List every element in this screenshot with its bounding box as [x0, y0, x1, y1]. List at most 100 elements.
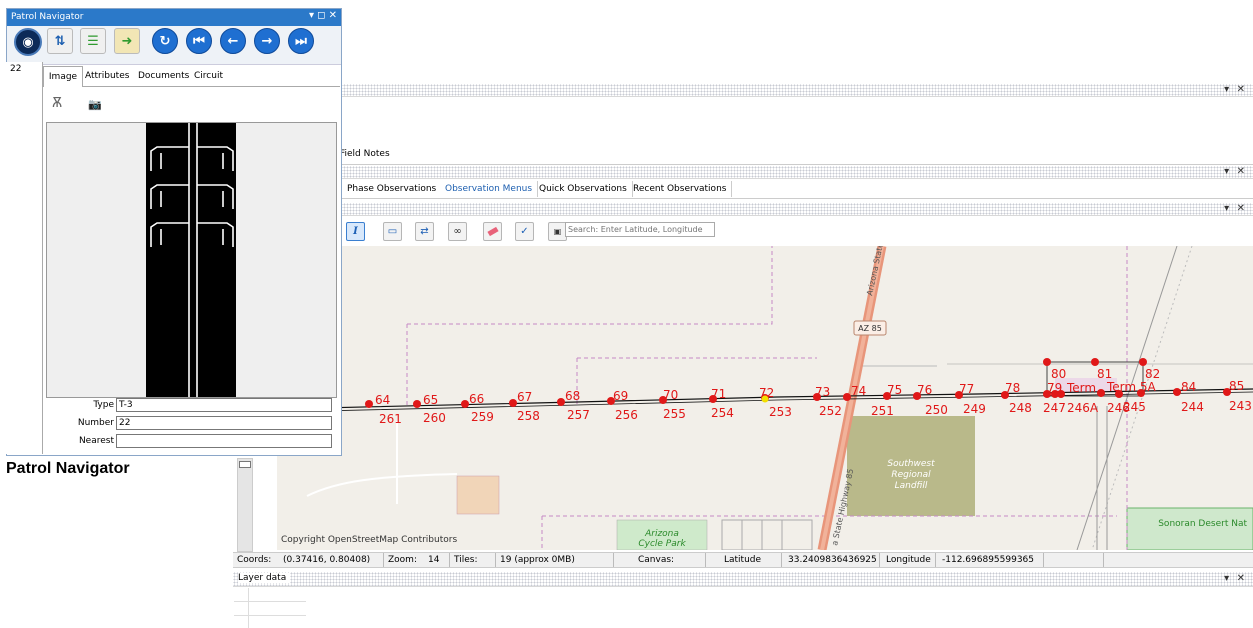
route-marker-point[interactable] [1043, 358, 1051, 366]
route-marker-point[interactable] [557, 398, 565, 406]
next-button[interactable]: → [254, 28, 280, 54]
route-point-label: 255 [663, 407, 686, 421]
canvas-label: Canvas: [613, 553, 674, 567]
map-canvas[interactable]: Southwest Regional Landfill Arizona Cycl… [277, 246, 1253, 550]
measure-tool-button[interactable]: ▭ [383, 222, 402, 241]
route-marker-point[interactable] [1139, 358, 1147, 366]
landfill-label-2: Regional [891, 470, 931, 480]
skip-back-icon: ⏮ [193, 33, 205, 49]
status-blank-1 [1043, 553, 1045, 567]
map-copyright: Copyright OpenStreetMap Contributors [281, 535, 458, 545]
zoom-value: 14 [428, 555, 440, 565]
latitude-value: 33.2409836436925 [781, 553, 877, 567]
ruler-icon: ▭ [387, 226, 398, 237]
route-point-label: 261 [379, 412, 402, 426]
route-point-label: 260 [423, 411, 446, 425]
info-tool-button[interactable]: I [346, 222, 365, 241]
exit-button[interactable]: ➜ [114, 28, 140, 54]
tab-image[interactable]: Image [43, 66, 83, 87]
route-point-label: 252 [819, 404, 842, 418]
park-label-2: Cycle Park [638, 539, 686, 549]
coords-value: (0.37416, 0.80408) [283, 555, 371, 565]
route-point-label: 78 [1005, 381, 1020, 395]
zoom-handle[interactable] [239, 461, 251, 468]
route-point-label: 67 [517, 390, 532, 404]
layer-row [234, 602, 306, 616]
navigator-title: Patrol Navigator [11, 12, 84, 22]
reload-button[interactable]: ↻ [152, 28, 178, 54]
route-marker-point[interactable] [843, 393, 851, 401]
route-marker-point[interactable] [509, 399, 517, 407]
dock-controls[interactable]: ▾ ✕ [1224, 84, 1247, 95]
field-row-nearest: Nearest [46, 433, 335, 450]
erase-tool-button[interactable] [483, 222, 502, 241]
route-point-label: 70 [663, 388, 678, 402]
route-point-label: 74 [851, 384, 866, 398]
top-dock-header: ▾ ✕ [340, 84, 1253, 97]
navigator-id-list[interactable]: 22 [6, 62, 43, 454]
route-point-label: 65 [423, 393, 438, 407]
route-marker-point[interactable] [413, 400, 421, 408]
map-controls[interactable]: ▾ ✕ [1224, 203, 1247, 214]
navigator-title-bar[interactable]: Patrol Navigator ▾ ◻ ✕ [7, 9, 341, 26]
route-point-label: 64 [375, 393, 390, 407]
observations-header: ▾ ✕ [340, 166, 1253, 179]
route-point-label: 73 [815, 385, 830, 399]
tab-phase-observations[interactable]: Phase Observations [342, 181, 443, 197]
route-point-label: 258 [517, 409, 540, 423]
pole-tool-button[interactable]: Ѫ [52, 96, 62, 111]
first-button[interactable]: ⏮ [186, 28, 212, 54]
tab-circuit[interactable]: Circuit [194, 66, 223, 86]
parcel-area [456, 475, 500, 515]
tab-attributes[interactable]: Attributes [85, 66, 129, 86]
layer-tool-button[interactable]: ✓ [515, 222, 534, 241]
refresh-button[interactable]: ⇅ [47, 28, 73, 54]
tab-recent-observations[interactable]: Recent Observations [628, 181, 733, 197]
layer-row [234, 588, 306, 602]
layer-data-label: Layer data [238, 573, 291, 583]
number-value[interactable]: 22 [116, 416, 332, 430]
refresh-icon: ⇅ [54, 33, 66, 49]
tab-quick-observations[interactable]: Quick Observations [534, 181, 633, 197]
tab-documents[interactable]: Documents [138, 66, 189, 86]
building-outlines [721, 519, 813, 550]
sonoran-area [1126, 507, 1253, 550]
camera-tool-button[interactable]: 📷 [88, 98, 102, 111]
landfill-label-3: Landfill [895, 481, 928, 491]
route-point-label: 254 [711, 406, 734, 420]
route-point-label: 257 [567, 408, 590, 422]
route-point-label: Term 5A [1106, 380, 1157, 394]
route-marker-point[interactable] [461, 400, 469, 408]
globe-button[interactable]: ◉ [14, 28, 42, 56]
previous-button[interactable]: ← [220, 28, 246, 54]
route-marker-point[interactable] [1173, 388, 1181, 396]
layer-col [248, 588, 249, 628]
route-point-label: 71 [711, 387, 726, 401]
route-marker-point[interactable] [1091, 358, 1099, 366]
zoom-track[interactable] [237, 458, 253, 552]
route-point-label: 79 [1047, 381, 1062, 395]
nearest-value[interactable] [116, 434, 332, 448]
navigator-window-controls[interactable]: ▾ ◻ ✕ [309, 10, 337, 21]
find-tool-button[interactable]: ∞ [448, 222, 467, 241]
route-point-label: 256 [615, 408, 638, 422]
route-point-label: 68 [565, 389, 580, 403]
route-marker-point[interactable] [1097, 389, 1105, 397]
route-point-label: 248 [1009, 401, 1032, 415]
search-input[interactable] [565, 222, 715, 237]
route-marker-point[interactable] [365, 400, 373, 408]
layer-data-controls[interactable]: ▾ ✕ [1224, 573, 1247, 584]
type-value[interactable]: T-3 [116, 398, 332, 412]
route-point-label: 247 [1043, 401, 1066, 415]
last-button[interactable]: ⏭ [288, 28, 314, 54]
observations-controls[interactable]: ▾ ✕ [1224, 166, 1247, 177]
export-tool-button[interactable]: ⇄ [415, 222, 434, 241]
tab-observation-menus[interactable]: Observation Menus [440, 181, 539, 197]
field-notes-tab[interactable]: Field Notes [340, 146, 1253, 165]
id-list-item[interactable]: 22 [10, 64, 21, 74]
observation-tabs: Phase Observations Observation Menus Qui… [342, 181, 1253, 199]
attribute-table: Type T-3 Number 22 Nearest [46, 397, 335, 451]
route-point-label: 69 [613, 389, 628, 403]
landfill-label-1: Southwest [887, 459, 935, 469]
list-button[interactable]: ☰ [80, 28, 106, 54]
